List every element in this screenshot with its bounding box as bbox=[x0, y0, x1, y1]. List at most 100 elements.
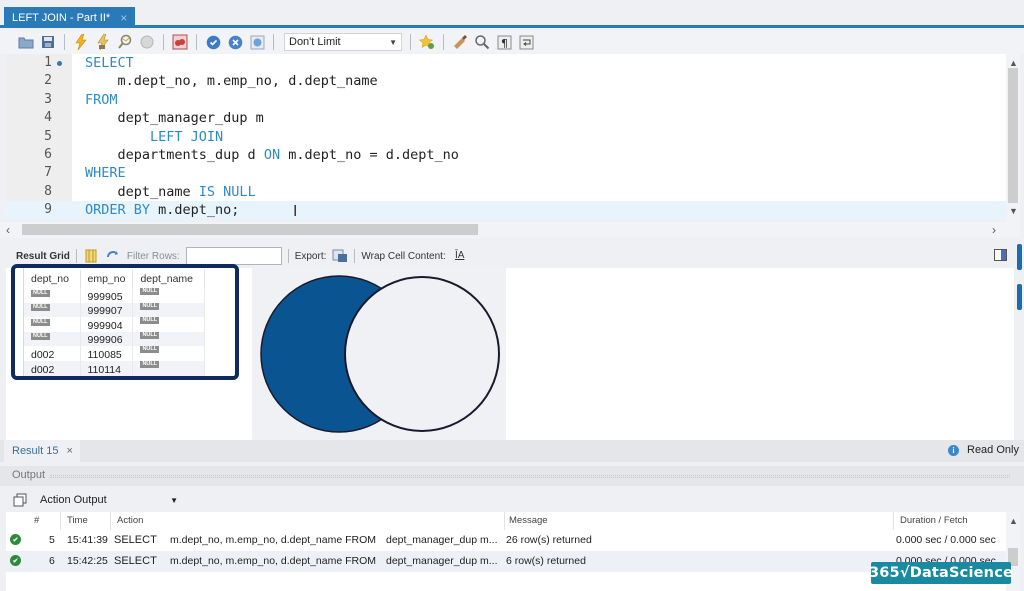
output-mode-select[interactable]: Action Output ▼ bbox=[40, 490, 182, 510]
code-line[interactable]: 1 SELECT bbox=[6, 54, 1006, 72]
read-only-label: Read Only bbox=[967, 444, 1019, 456]
line-number: 7 bbox=[44, 165, 52, 181]
code-line[interactable]: 6 departments_dup d ON m.dept_no = d.dep… bbox=[6, 146, 1006, 164]
output-row[interactable]: ✔ 6 15:42:25 SELECT m.dept_no, m.emp_no, d.d… bbox=[6, 551, 1006, 572]
code-text: dept_name IS NULL bbox=[85, 183, 256, 201]
code-line[interactable]: 9 ORDER BY m.dept_no; bbox=[6, 201, 1006, 220]
scroll-up-icon[interactable]: ▲ bbox=[1009, 516, 1018, 526]
code-line[interactable]: 2 m.dept_no, m.emp_no, d.dept_name bbox=[6, 72, 1006, 90]
column-header-num[interactable]: # bbox=[34, 515, 39, 526]
stop-icon[interactable] bbox=[139, 34, 155, 50]
scrollbar-thumb[interactable] bbox=[1008, 68, 1018, 203]
beautify-icon[interactable] bbox=[452, 34, 468, 50]
execute-current-icon[interactable] bbox=[95, 34, 111, 50]
filter-rows-input[interactable] bbox=[185, 247, 282, 265]
copy-icon[interactable] bbox=[12, 492, 28, 508]
code-text: departments_dup d ON m.dept_no = d.dept_… bbox=[85, 146, 459, 164]
output-cell-action: m.dept_no, m.emp_no, d.dept_name FROM bbox=[170, 555, 377, 567]
commit-icon[interactable] bbox=[205, 34, 221, 50]
open-folder-icon[interactable] bbox=[18, 34, 34, 50]
column-header-action[interactable]: Action bbox=[117, 515, 143, 526]
column-header-time[interactable]: Time bbox=[67, 515, 88, 526]
toolbar-divider bbox=[196, 34, 197, 50]
output-mode-value: Action Output bbox=[40, 494, 107, 506]
side-panel-tab[interactable] bbox=[1017, 244, 1022, 270]
scroll-down-icon[interactable]: ▼ bbox=[1009, 206, 1018, 216]
output-title: Output bbox=[12, 469, 46, 481]
tab-label: LEFT JOIN - Part II* bbox=[12, 11, 111, 24]
success-check-icon: ✔ bbox=[10, 555, 21, 566]
sql-editor[interactable]: 1 SELECT 2 m.dept_no, m.emp_no, d.dept_nam… bbox=[6, 54, 1006, 220]
export-icon[interactable] bbox=[332, 248, 348, 264]
find-icon[interactable] bbox=[474, 34, 490, 50]
code-line[interactable]: 8 dept_name IS NULL bbox=[6, 183, 1006, 201]
result-tab-label: Result 15 bbox=[12, 445, 59, 457]
close-icon[interactable]: × bbox=[120, 11, 127, 25]
output-row[interactable]: ✔ 5 15:41:39 SELECT m.dept_no, m.emp_no, d.d… bbox=[6, 530, 1006, 551]
output-cell-num: 5 bbox=[49, 534, 55, 546]
column-header-message[interactable]: Message bbox=[509, 515, 548, 526]
scroll-right-icon[interactable]: › bbox=[992, 223, 996, 237]
empty-result-area bbox=[506, 268, 1014, 440]
autocommit-icon[interactable] bbox=[249, 34, 265, 50]
statement-marker-icon[interactable] bbox=[57, 61, 62, 66]
toggle-error-icon[interactable] bbox=[172, 34, 188, 50]
grid-view-icon[interactable] bbox=[83, 248, 99, 264]
column-divider bbox=[60, 512, 61, 530]
toolbar-divider bbox=[354, 249, 356, 263]
toggle-side-panel-icon[interactable] bbox=[994, 249, 1007, 261]
success-check-icon: ✔ bbox=[10, 534, 21, 545]
code-text: WHERE bbox=[85, 164, 126, 182]
toolbar-divider bbox=[443, 34, 444, 50]
highlight-annotation bbox=[11, 264, 239, 380]
tab-left-join-part-ii[interactable]: LEFT JOIN - Part II* × bbox=[4, 7, 136, 28]
code-text: LEFT JOIN bbox=[85, 128, 223, 146]
line-number: 1 bbox=[44, 55, 52, 70]
rollback-icon[interactable] bbox=[227, 34, 243, 50]
column-header-duration[interactable]: Duration / Fetch bbox=[900, 515, 968, 526]
editor-horizontal-scrollbar[interactable]: ‹ › bbox=[0, 222, 1020, 238]
output-controls: Action Output ▼ bbox=[0, 488, 1024, 512]
sql-token: m.dept_no; bbox=[150, 202, 240, 219]
scroll-up-icon[interactable]: ▲ bbox=[1009, 58, 1018, 68]
scrollbar-thumb[interactable] bbox=[22, 224, 478, 235]
sql-keyword: FROM bbox=[85, 91, 118, 108]
code-line[interactable]: 5 LEFT JOIN bbox=[6, 128, 1006, 146]
action-output-table: # Time Action Message Duration / Fetch ✔… bbox=[6, 512, 1006, 591]
sql-token: departments_dup d bbox=[85, 147, 264, 163]
execute-icon[interactable] bbox=[73, 34, 89, 50]
sql-keyword: WHERE bbox=[85, 165, 126, 182]
toolbar-divider bbox=[410, 34, 411, 50]
read-only-indicator: i Read Only bbox=[948, 444, 1019, 456]
bookmark-icon[interactable] bbox=[419, 34, 435, 50]
toolbar-divider bbox=[64, 34, 65, 50]
output-cell-verb: SELECT bbox=[114, 555, 157, 567]
output-cell-time: 15:42:25 bbox=[67, 555, 108, 567]
code-line[interactable]: 4 dept_manager_dup m bbox=[6, 109, 1006, 127]
code-line[interactable]: 7 WHERE bbox=[6, 164, 1006, 182]
save-icon[interactable] bbox=[40, 34, 56, 50]
code-line[interactable]: 3 FROM bbox=[6, 91, 1006, 109]
invisible-chars-icon[interactable]: ¶ bbox=[496, 34, 512, 50]
code-text: dept_manager_dup m bbox=[85, 109, 264, 127]
output-cell-num: 6 bbox=[49, 555, 55, 567]
editor-vertical-scrollbar[interactable]: ▲ ▼ bbox=[1006, 54, 1020, 224]
sql-keyword: ORDER BY bbox=[85, 202, 151, 219]
venn-diagram-panel bbox=[253, 268, 506, 440]
close-icon[interactable]: × bbox=[66, 445, 72, 457]
left-join-venn-diagram bbox=[260, 275, 500, 433]
brand-watermark: 365√DataScience bbox=[869, 562, 1013, 584]
explain-icon[interactable] bbox=[117, 34, 133, 50]
panel-grip[interactable] bbox=[50, 475, 1010, 478]
output-panel-header: Output bbox=[0, 466, 1024, 486]
side-panel-tab[interactable] bbox=[1017, 284, 1022, 310]
toolbar-divider bbox=[163, 34, 164, 50]
wrap-cell-icon[interactable]: ĪA bbox=[452, 248, 468, 264]
result-grid-tab[interactable]: Result Grid bbox=[8, 251, 70, 262]
refresh-icon[interactable] bbox=[105, 248, 121, 264]
limit-rows-select[interactable]: Don't Limit ▼ bbox=[284, 33, 402, 51]
info-icon: i bbox=[948, 444, 959, 456]
tab-result-15[interactable]: Result 15 × bbox=[4, 440, 80, 462]
scroll-left-icon[interactable]: ‹ bbox=[6, 223, 10, 237]
wrap-icon[interactable] bbox=[518, 34, 534, 50]
